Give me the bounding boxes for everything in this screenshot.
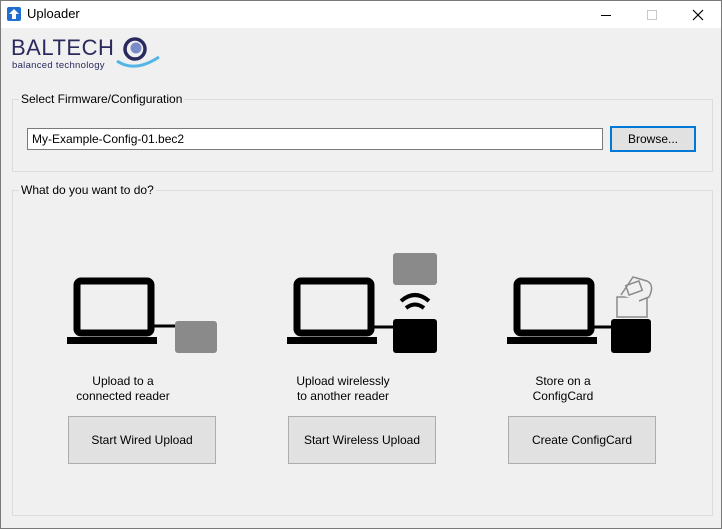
logo-word: BALTECH bbox=[11, 35, 114, 61]
configcard-line1: Store on a bbox=[535, 374, 590, 388]
start-wired-upload-button[interactable]: Start Wired Upload bbox=[68, 416, 216, 464]
close-icon bbox=[692, 9, 704, 21]
wireless-upload-description: Upload wirelessly to another reader bbox=[233, 374, 453, 404]
firmware-group-title: Select Firmware/Configuration bbox=[19, 92, 184, 106]
start-wireless-upload-button[interactable]: Start Wireless Upload bbox=[288, 416, 436, 464]
baltech-logo: BALTECH balanced technology bbox=[11, 35, 171, 75]
minimize-button[interactable] bbox=[583, 1, 629, 28]
browse-button[interactable]: Browse... bbox=[610, 126, 696, 152]
wired-upload-line2: connected reader bbox=[76, 389, 169, 403]
wireless-upload-line1: Upload wirelessly bbox=[296, 374, 389, 388]
actions-group: What do you want to do? Upload to a conn… bbox=[12, 190, 713, 516]
actions-group-title: What do you want to do? bbox=[19, 183, 156, 197]
close-button[interactable] bbox=[675, 1, 721, 28]
firmware-group: Select Firmware/Configuration Browse... bbox=[12, 99, 713, 172]
maximize-button[interactable] bbox=[629, 1, 675, 28]
laptop-configcard-icon bbox=[453, 251, 673, 361]
laptop-wireless-reader-icon bbox=[233, 251, 453, 361]
wired-upload-option: Upload to a connected reader Start Wired… bbox=[13, 251, 233, 511]
laptop-wired-reader-icon bbox=[13, 251, 233, 361]
wireless-upload-option: Upload wirelessly to another reader Star… bbox=[233, 251, 453, 511]
logo-subtitle: balanced technology bbox=[12, 60, 105, 71]
upload-app-icon bbox=[7, 7, 21, 21]
configcard-option: Store on a ConfigCard Create ConfigCard bbox=[453, 251, 673, 511]
wireless-upload-line2: to another reader bbox=[297, 389, 389, 403]
logo-mark-icon bbox=[115, 35, 161, 75]
configcard-description: Store on a ConfigCard bbox=[453, 374, 673, 404]
wired-upload-line1: Upload to a bbox=[92, 374, 153, 388]
wired-upload-description: Upload to a connected reader bbox=[13, 374, 233, 404]
title-bar: Uploader bbox=[1, 1, 721, 28]
minimize-icon bbox=[600, 9, 612, 21]
maximize-icon bbox=[646, 9, 658, 21]
uploader-window: Uploader BALTECH balanced technology Sel… bbox=[0, 0, 722, 529]
configcard-line2: ConfigCard bbox=[533, 389, 594, 403]
window-title: Uploader bbox=[27, 6, 80, 21]
firmware-file-input[interactable] bbox=[27, 128, 603, 150]
create-configcard-button[interactable]: Create ConfigCard bbox=[508, 416, 656, 464]
